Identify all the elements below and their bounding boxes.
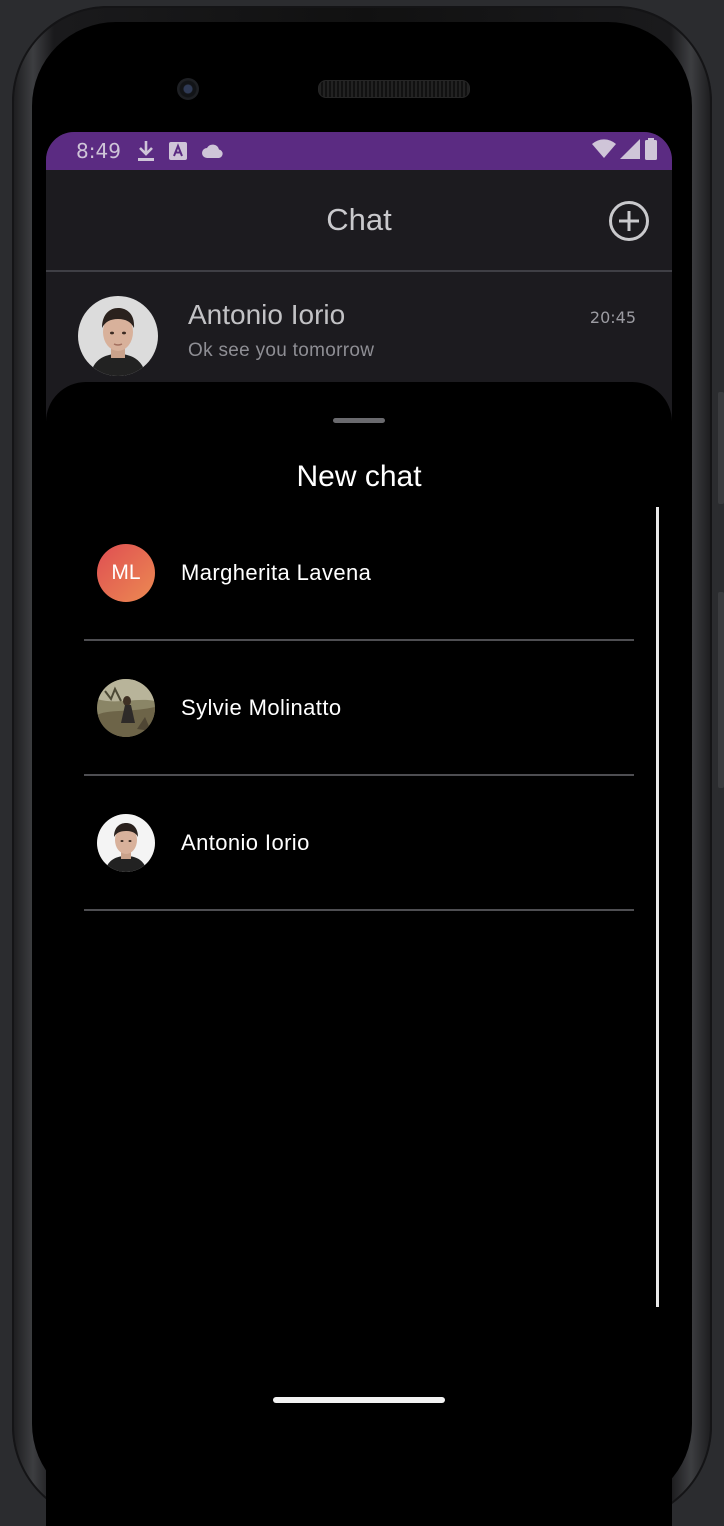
new-chat-sheet: New chat ML Margherita Lavena Sylvie Mol… [46,382,672,1526]
volume-button [718,392,724,504]
avatar [97,813,155,872]
chat-preview: Ok see you tomorrow [188,340,375,361]
power-button [718,592,724,788]
a-icon [168,142,187,160]
drag-handle[interactable] [333,418,385,423]
home-indicator[interactable] [273,1397,445,1403]
app-bar: Chat [46,170,672,272]
download-icon [137,140,155,162]
contact-name: Sylvie Molinatto [181,694,342,720]
contact-item[interactable]: ML Margherita Lavena [84,506,634,641]
contact-name: Margherita Lavena [181,559,372,585]
avatar: ML [97,543,155,602]
chat-time: 20:45 [589,308,636,327]
status-right [592,137,658,165]
contact-item[interactable]: Sylvie Molinatto [84,641,634,776]
battery-icon [644,137,658,165]
front-camera [177,78,199,100]
sheet-title: New chat [296,460,422,493]
contact-list: ML Margherita Lavena Sylvie Molinatto An… [84,506,634,911]
cloud-icon [201,143,225,159]
app-screen: 8:49 Chat Antonio Iorio Ok see you tomor… [46,132,672,1526]
chat-list-item[interactable]: Antonio Iorio Ok see you tomorrow 20:45 [46,272,672,376]
signal-icon [620,138,640,164]
chat-text: Antonio Iorio Ok see you tomorrow [188,296,590,362]
avatar-initials: ML [111,560,141,584]
chat-name: Antonio Iorio [188,299,346,330]
avatar [78,296,158,376]
avatar [97,678,155,737]
wifi-icon [592,138,616,164]
add-circle-icon [609,201,649,241]
status-time: 8:49 [76,139,121,163]
add-chat-button[interactable] [608,200,650,242]
earpiece-speaker [318,80,470,98]
scrollbar[interactable] [656,507,659,1307]
contact-item[interactable]: Antonio Iorio [84,776,634,911]
page-title: Chat [326,202,392,237]
status-bar: 8:49 [46,132,672,170]
contact-name: Antonio Iorio [181,829,310,855]
